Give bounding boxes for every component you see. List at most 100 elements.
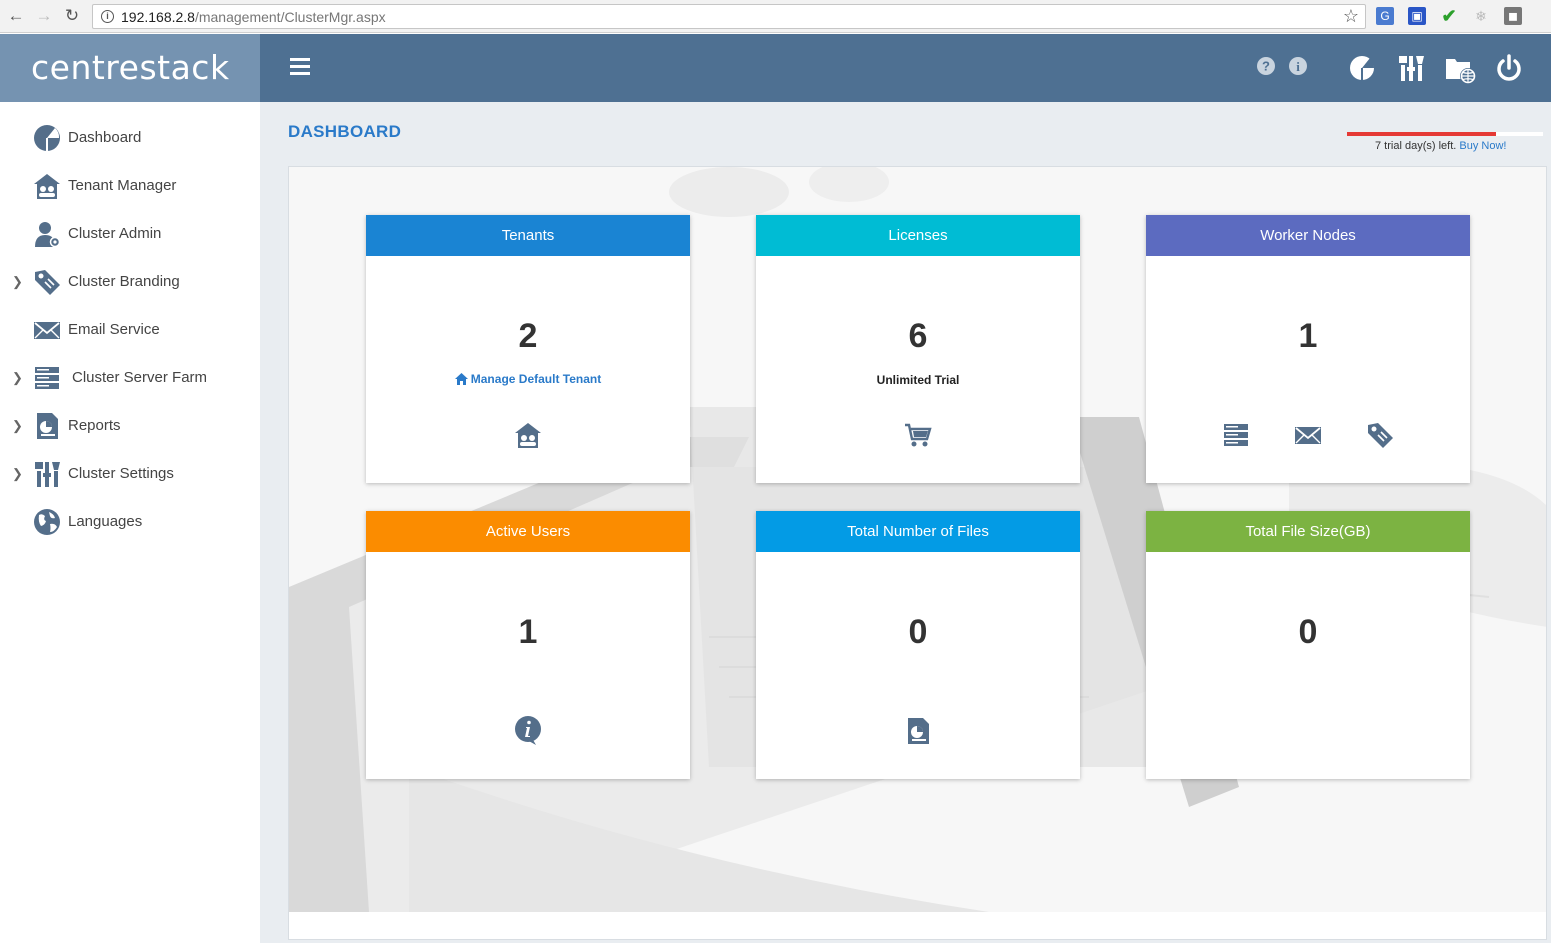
card-value: 0 xyxy=(908,613,928,651)
chevron-right-icon[interactable]: ❯ xyxy=(12,418,23,434)
total-file-size-card: Total File Size(GB) 0 xyxy=(1146,511,1470,779)
snowflake-extension-icon[interactable]: ❄ xyxy=(1472,7,1490,25)
main-content: DASHBOARD 7 trial day(s) left. Buy Now! … xyxy=(260,102,1551,943)
translate-extension-icon[interactable]: G xyxy=(1376,7,1394,25)
worker-nodes-card: Worker Nodes 1 xyxy=(1146,215,1470,483)
card-value: 0 xyxy=(1298,613,1318,651)
sidebar-item-label: Cluster Server Farm xyxy=(72,369,208,386)
dashboard-pie-icon xyxy=(33,124,61,152)
manage-default-tenant-label: Manage Default Tenant xyxy=(470,372,602,386)
server-icon[interactable] xyxy=(1222,420,1250,450)
trial-message: 7 trial day(s) left. xyxy=(1375,140,1457,152)
address-bar[interactable]: i 192.168.2.8/management/ClusterMgr.aspx… xyxy=(92,4,1366,29)
bookmark-star-icon[interactable]: ☆ xyxy=(1343,6,1359,27)
folder-globe-icon[interactable] xyxy=(1444,53,1476,85)
sidebar-item-label: Dashboard xyxy=(68,129,142,146)
sidebar-item-cluster-admin[interactable]: Cluster Admin xyxy=(0,214,260,254)
checkmark-extension-icon[interactable]: ✔ xyxy=(1440,7,1458,25)
sidebar-item-label: Reports xyxy=(68,417,121,434)
url-path: /management/ClusterMgr.aspx xyxy=(194,9,386,25)
globe-icon xyxy=(33,508,61,536)
chevron-right-icon[interactable]: ❯ xyxy=(12,274,23,290)
card-actions xyxy=(1146,420,1470,450)
card-actions xyxy=(756,716,1080,746)
reload-icon[interactable]: ↻ xyxy=(62,6,82,26)
active-users-card: Active Users 1 xyxy=(366,511,690,779)
card-header: Total File Size(GB) xyxy=(1146,511,1470,552)
help-icon[interactable]: ? xyxy=(1256,56,1276,76)
tenant-house-icon xyxy=(33,172,61,200)
sidebar-item-label: Languages xyxy=(68,513,143,530)
manage-default-tenant-link[interactable]: Manage Default Tenant xyxy=(366,372,690,388)
sidebar-item-cluster-server-farm[interactable]: ❯ Cluster Server Farm xyxy=(0,358,260,398)
card-actions xyxy=(756,420,1080,450)
chevron-right-icon[interactable]: ❯ xyxy=(12,466,23,482)
card-actions xyxy=(366,420,690,450)
card-header: Active Users xyxy=(366,511,690,552)
trial-progress-fill xyxy=(1347,132,1496,136)
trial-progress-bar xyxy=(1347,132,1543,136)
envelope-icon xyxy=(33,316,61,344)
report-icon xyxy=(33,412,61,440)
total-files-card: Total Number of Files 0 xyxy=(756,511,1080,779)
app-header: ? i xyxy=(260,34,1551,102)
card-value: 6 xyxy=(908,317,928,355)
sidebar-item-label: Cluster Branding xyxy=(68,273,180,290)
trial-status: 7 trial day(s) left. Buy Now! xyxy=(1375,140,1506,152)
card-header: Tenants xyxy=(366,215,690,256)
page-title: DASHBOARD xyxy=(288,122,402,141)
buy-now-link[interactable]: Buy Now! xyxy=(1459,140,1506,152)
info-bubble-icon[interactable] xyxy=(514,716,542,746)
sidebar-item-cluster-settings[interactable]: ❯ Cluster Settings xyxy=(0,454,260,494)
sidebar-item-label: Cluster Admin xyxy=(68,225,162,242)
sidebar-item-label: Email Service xyxy=(68,321,160,338)
sidebar-item-email-service[interactable]: Email Service xyxy=(0,310,260,350)
tenants-card: Tenants 2 Manage Default Tenant xyxy=(366,215,690,483)
license-type: Unlimited Trial xyxy=(876,373,960,387)
card-value: 1 xyxy=(518,613,538,651)
info-icon[interactable]: i xyxy=(1288,56,1308,76)
card-header: Licenses xyxy=(756,215,1080,256)
cart-icon[interactable] xyxy=(904,420,932,450)
chevron-right-icon[interactable]: ❯ xyxy=(12,370,23,386)
shield-extension-icon[interactable]: ◼ xyxy=(1504,7,1522,25)
tenant-house-icon[interactable] xyxy=(514,420,542,450)
sidebar: Dashboard Tenant Manager Cluster Admin ❯… xyxy=(0,102,260,943)
logo-area: centrestack xyxy=(0,34,260,102)
sidebar-item-label: Tenant Manager xyxy=(68,177,177,194)
back-arrow-icon[interactable]: ← xyxy=(6,6,26,26)
sidebar-item-languages[interactable]: Languages xyxy=(0,502,260,542)
site-info-icon[interactable]: i xyxy=(101,10,114,23)
sidebar-item-tenant-manager[interactable]: Tenant Manager xyxy=(0,166,260,206)
licenses-card: Licenses 6 Unlimited Trial xyxy=(756,215,1080,483)
tag-icon xyxy=(33,268,61,296)
power-icon[interactable] xyxy=(1494,53,1524,83)
url-host: 192.168.2.8 xyxy=(121,9,195,25)
sidebar-item-dashboard[interactable]: Dashboard xyxy=(0,118,260,158)
card-value: 2 xyxy=(518,317,538,355)
svg-text:?: ? xyxy=(1262,59,1270,74)
server-icon xyxy=(33,364,61,392)
tag-icon[interactable] xyxy=(1366,420,1394,450)
report-icon[interactable] xyxy=(904,716,932,746)
logo[interactable]: centrestack xyxy=(31,48,230,87)
sidebar-item-label: Cluster Settings xyxy=(68,465,174,482)
svg-text:i: i xyxy=(1296,59,1300,74)
browser-toolbar: ← → ↻ i 192.168.2.8/management/ClusterMg… xyxy=(0,0,1551,33)
tools-icon xyxy=(33,460,61,488)
menu-toggle-icon[interactable] xyxy=(290,58,310,76)
card-header: Worker Nodes xyxy=(1146,215,1470,256)
url-text[interactable]: 192.168.2.8/management/ClusterMgr.aspx xyxy=(121,9,386,25)
forward-arrow-icon[interactable]: → xyxy=(34,6,54,26)
card-actions xyxy=(366,716,690,746)
sidebar-item-cluster-branding[interactable]: ❯ Cluster Branding xyxy=(0,262,260,302)
sidebar-item-reports[interactable]: ❯ Reports xyxy=(0,406,260,446)
card-value: 1 xyxy=(1298,317,1318,355)
envelope-icon[interactable] xyxy=(1294,420,1322,450)
settings-tools-icon[interactable] xyxy=(1396,53,1426,83)
home-icon xyxy=(454,373,468,388)
dashboard-panel: Tenants 2 Manage Default Tenant Licenses… xyxy=(288,166,1547,940)
dashboard-pie-icon[interactable] xyxy=(1348,54,1376,82)
screen-extension-icon[interactable]: ▣ xyxy=(1408,7,1426,25)
card-header: Total Number of Files xyxy=(756,511,1080,552)
